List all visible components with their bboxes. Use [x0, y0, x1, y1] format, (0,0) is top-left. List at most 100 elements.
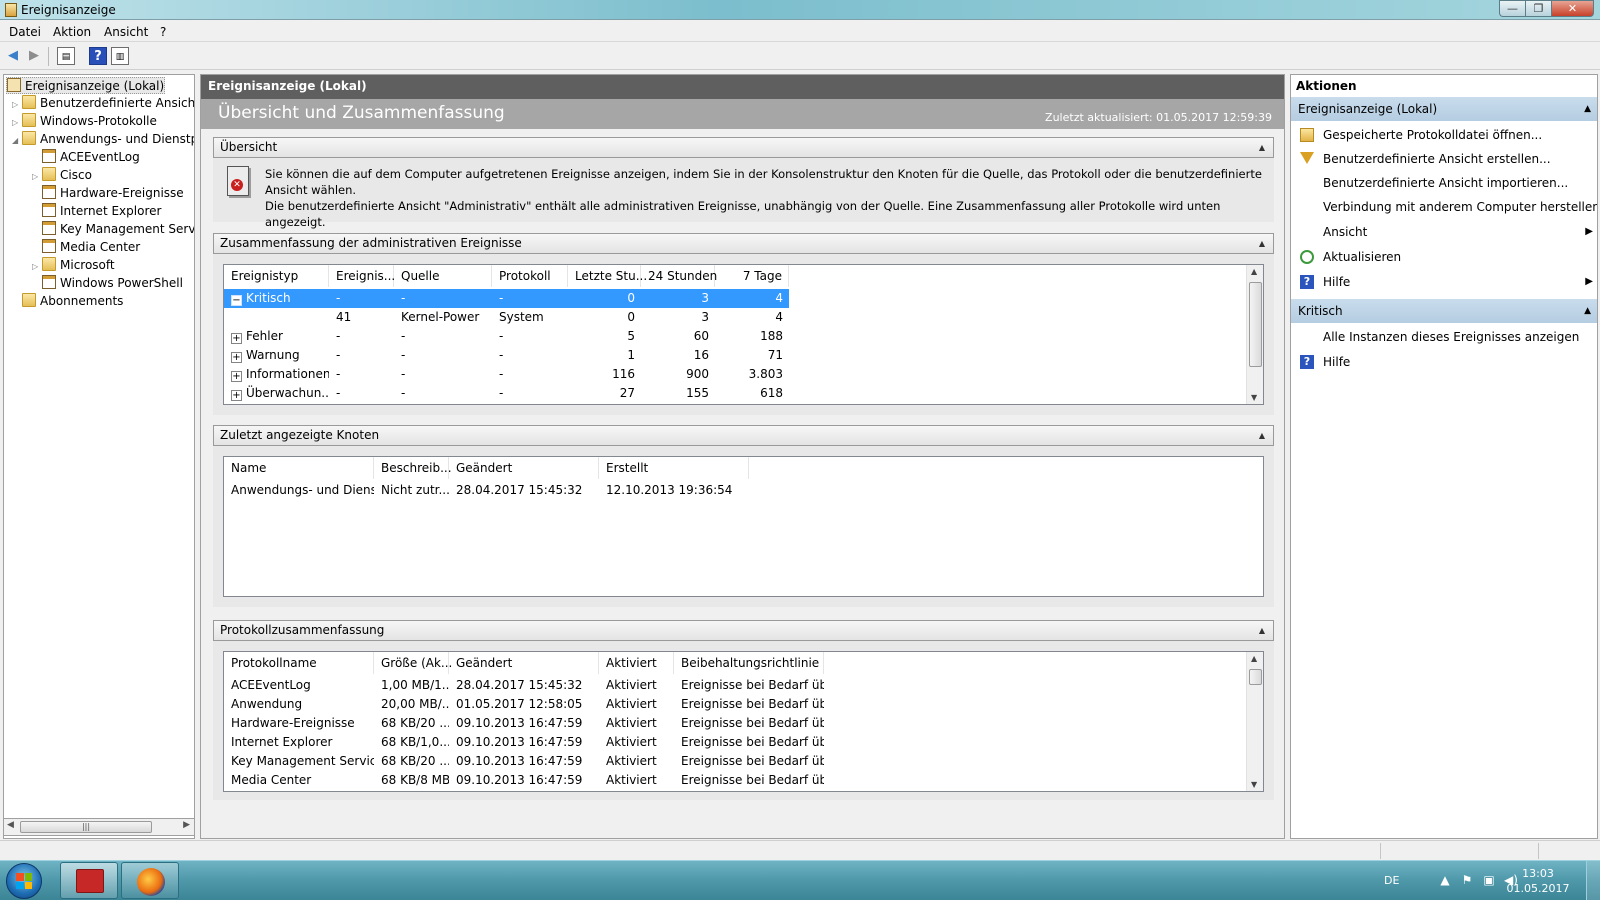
scroll-thumb[interactable] [1249, 282, 1262, 367]
menu-help[interactable]: ? [160, 25, 166, 39]
tree-item-internet-explorer[interactable]: Internet Explorer [32, 203, 161, 220]
menu-ansicht[interactable]: Ansicht [104, 25, 148, 39]
start-button[interactable] [6, 863, 42, 899]
column-header[interactable]: Erstellt [599, 457, 749, 479]
collapse-icon[interactable]: ▲ [1259, 426, 1265, 445]
tree-item-media-center[interactable]: Media Center [32, 239, 140, 256]
column-header[interactable]: Aktiviert [599, 652, 674, 674]
action-help[interactable]: ? Hilfe ▶ [1291, 270, 1597, 294]
column-header[interactable]: Geändert [449, 652, 599, 674]
collapse-icon[interactable]: ▲ [1259, 234, 1265, 253]
table-row[interactable]: + Informationen - - -116 900 3.803 [224, 365, 789, 384]
expand-arrow-icon[interactable]: ▷ [32, 168, 42, 185]
tree-horizontal-scrollbar[interactable]: ◀ ||| ▶ [3, 818, 195, 836]
maximize-button[interactable]: ❐ [1525, 0, 1551, 17]
scroll-right-icon[interactable]: ▶ [183, 820, 190, 830]
title-bar[interactable]: Ereignisanzeige — ❐ ✕ [0, 0, 1600, 20]
column-header[interactable]: Ereignistyp [224, 265, 329, 287]
scroll-left-icon[interactable]: ◀ [7, 820, 14, 830]
taskbar-event-viewer[interactable] [60, 862, 118, 899]
tree-item-cisco[interactable]: ▷ Cisco [32, 167, 92, 184]
column-header[interactable]: Name [224, 457, 374, 479]
column-header[interactable]: Beibehaltungsrichtlinie [674, 652, 824, 674]
table-row[interactable]: + Warnung - - - 1 16 71 [224, 346, 789, 365]
close-button[interactable]: ✕ [1551, 0, 1594, 17]
column-header[interactable]: Geändert [449, 457, 599, 479]
collapse-minus-icon[interactable]: − [231, 295, 242, 306]
menu-datei[interactable]: Datei [9, 25, 41, 39]
column-header[interactable]: Beschreib... [374, 457, 452, 479]
action-refresh[interactable]: Aktualisieren [1291, 245, 1597, 269]
action-help-critical[interactable]: ? Hilfe [1291, 350, 1597, 374]
column-header[interactable]: Quelle [394, 265, 492, 287]
collapse-icon[interactable]: ▲ [1584, 97, 1591, 121]
table-row[interactable]: Media Center 68 KB/8 MB 09.10.2013 16:47:5… [224, 771, 1246, 790]
section-admin-summary-header[interactable]: Zusammenfassung der administrativen Erei… [213, 233, 1274, 254]
scroll-up-icon[interactable]: ▲ [1251, 654, 1257, 663]
tree-item-microsoft[interactable]: ▷ Microsoft [32, 257, 115, 274]
tree-item-subscriptions[interactable]: Abonnements [12, 293, 123, 310]
column-header[interactable]: Letzte Stu... [568, 265, 647, 287]
show-hide-action-pane-icon[interactable]: ▥ [111, 47, 129, 65]
table-row[interactable]: Key Management Service 68 KB/20 ... 09.10.… [224, 752, 1246, 771]
section-overview-header[interactable]: Übersicht ▲ [213, 137, 1274, 158]
collapse-icon[interactable]: ▲ [1584, 299, 1591, 323]
tree-item-aceeventlog[interactable]: ACEEventLog [32, 149, 140, 166]
table-row[interactable]: + Fehler - - - 5 60 188 [224, 327, 789, 346]
action-center-flag-icon[interactable]: ⚑ [1460, 873, 1474, 887]
menu-aktion[interactable]: Aktion [53, 25, 91, 39]
help-icon[interactable]: ? [89, 47, 107, 65]
clock[interactable]: 13:03 01.05.2017 [1506, 866, 1570, 896]
tree-item-powershell[interactable]: Windows PowerShell [32, 275, 183, 292]
table-row[interactable]: Hardware-Ereignisse 68 KB/20 ... 09.10.201… [224, 714, 1246, 733]
admin-summary-scrollbar[interactable]: ▲ ▼ [1246, 265, 1263, 404]
tree-item-windows-logs[interactable]: ▷ Windows-Protokolle [12, 113, 157, 130]
collapse-icon[interactable]: ▲ [1259, 621, 1265, 640]
expand-plus-icon[interactable]: + [231, 352, 242, 363]
column-header[interactable]: Größe (Ak... [374, 652, 452, 674]
tree-item-root[interactable]: Ereignisanzeige (Lokal) [6, 77, 166, 94]
expand-arrow-icon[interactable]: ▷ [32, 258, 42, 275]
table-row[interactable]: Internet Explorer 68 KB/1,0... 09.10.2013 … [224, 733, 1246, 752]
action-connect-computer[interactable]: Verbindung mit anderem Computer herstell… [1291, 195, 1597, 219]
expand-plus-icon[interactable]: + [231, 333, 242, 344]
action-view[interactable]: Ansicht ▶ [1291, 220, 1597, 244]
tree-item-hardware-events[interactable]: Hardware-Ereignisse [32, 185, 184, 202]
expand-arrow-icon[interactable]: ▷ [12, 114, 22, 131]
expand-plus-icon[interactable]: + [231, 371, 242, 382]
column-header[interactable]: 7 Tage [715, 265, 789, 287]
table-row[interactable]: ACEEventLog 1,00 MB/1... 28.04.2017 15:45:… [224, 676, 1246, 695]
scroll-thumb[interactable]: ||| [20, 821, 152, 833]
show-desktop-button[interactable] [1586, 861, 1600, 900]
scroll-down-icon[interactable]: ▼ [1251, 780, 1257, 789]
action-import-custom-view[interactable]: Benutzerdefinierte Ansicht importieren..… [1291, 171, 1597, 195]
table-row[interactable]: Anwendung 20,00 MB/... 01.05.2017 12:58:05… [224, 695, 1246, 714]
forward-arrow-icon[interactable]: ▶ [25, 47, 43, 65]
scroll-thumb[interactable] [1249, 669, 1262, 685]
column-header[interactable]: Protokollname [224, 652, 374, 674]
collapse-arrow-icon[interactable]: ◢ [12, 132, 22, 149]
tree-item-custom-views[interactable]: ▷Benutzerdefinierte Ansichten [12, 95, 194, 113]
table-row[interactable]: − Kritisch - - -0 3 4 [224, 289, 789, 308]
table-row[interactable]: Anwendungs- und Diens... Nicht zutr... 2… [224, 481, 1263, 500]
expand-plus-icon[interactable]: + [231, 390, 242, 401]
log-summary-scrollbar[interactable]: ▲ ▼ [1246, 652, 1263, 791]
action-group-critical[interactable]: Kritisch ▲ [1291, 299, 1597, 323]
action-show-all-instances[interactable]: Alle Instanzen dieses Ereignisses anzeig… [1291, 325, 1597, 349]
taskbar-firefox[interactable] [121, 862, 179, 899]
column-header[interactable]: Protokoll [492, 265, 568, 287]
collapse-icon[interactable]: ▲ [1259, 138, 1265, 157]
tree-item-app-service-logs[interactable]: ◢Anwendungs- und Dienstprotokolle [12, 131, 194, 149]
action-create-custom-view[interactable]: Benutzerdefinierte Ansicht erstellen... [1291, 147, 1597, 171]
section-recent-nodes-header[interactable]: Zuletzt angezeigte Knoten ▲ [213, 425, 1274, 446]
scroll-down-icon[interactable]: ▼ [1251, 393, 1257, 402]
minimize-button[interactable]: — [1499, 0, 1525, 17]
table-row[interactable]: + Überwachun... - - -27 155 618 [224, 384, 789, 403]
back-arrow-icon[interactable]: ◀ [4, 47, 22, 65]
tree-item-key-management[interactable]: Key Management Service [32, 221, 194, 238]
section-log-summary-header[interactable]: Protokollzusammenfassung ▲ [213, 620, 1274, 641]
column-header[interactable]: Ereignis... [329, 265, 395, 287]
expand-arrow-icon[interactable]: ▷ [12, 96, 22, 113]
show-hidden-icons-icon[interactable]: ▲ [1438, 873, 1452, 887]
event-viewer-app-icon[interactable] [5, 3, 17, 17]
